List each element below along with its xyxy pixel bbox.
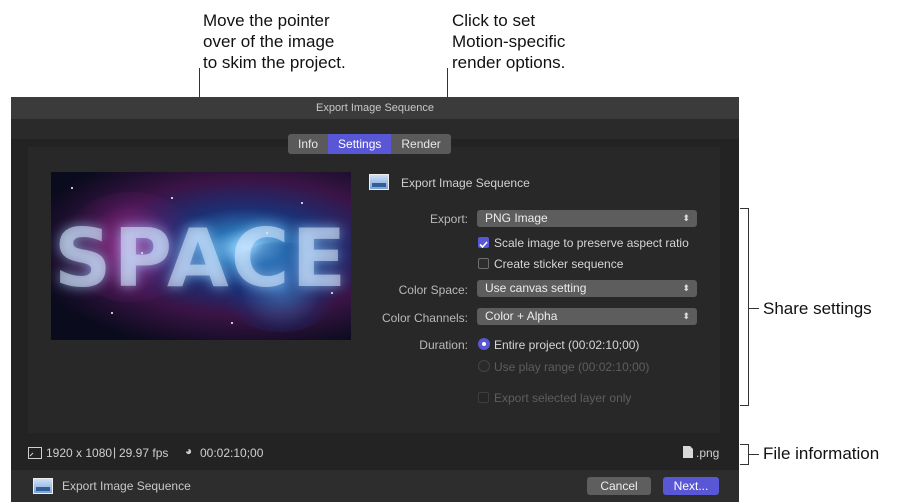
star (231, 322, 233, 324)
tab-info[interactable]: Info (288, 134, 328, 154)
bottom-bar-label: Export Image Sequence (62, 479, 191, 493)
chevron-updown-icon: ⬍ (682, 311, 690, 321)
export-selected-layer-label: Export selected layer only (494, 391, 632, 405)
play-range-radio[interactable] (478, 360, 490, 372)
chevron-updown-icon: ⬍ (682, 213, 690, 223)
share-bracket-pointer (749, 308, 759, 309)
play-range-label: Use play range (00:02:10;00) (494, 360, 650, 374)
window-title: Export Image Sequence (11, 97, 739, 119)
fps-text: 29.97 fps (119, 446, 169, 460)
export-selected-layer-checkbox[interactable] (478, 392, 489, 403)
file-bracket-bottom (740, 464, 749, 465)
file-icon (683, 446, 693, 458)
color-channels-select[interactable]: Color + Alpha ⬍ (477, 308, 697, 325)
file-bracket-top (740, 444, 749, 445)
checkmark-icon (479, 241, 488, 249)
resolution-icon (28, 447, 42, 459)
export-format-value: PNG Image (485, 211, 548, 225)
chevron-updown-icon: ⬍ (682, 283, 690, 293)
info-separator: | (113, 445, 117, 459)
color-space-select[interactable]: Use canvas setting ⬍ (477, 280, 697, 297)
duration-label: Duration: (419, 338, 468, 352)
callout-file-information: File information (763, 444, 880, 463)
image-sequence-icon (33, 478, 53, 494)
share-bracket-vertical (748, 208, 749, 406)
export-label: Export: (429, 212, 468, 226)
export-dialog: Export Image Sequence Info Settings Rend… (11, 97, 739, 502)
tab-bar: Info Settings Render (288, 134, 451, 154)
image-sequence-icon (369, 174, 389, 190)
sticker-sequence-checkbox[interactable] (478, 258, 489, 269)
star (171, 197, 173, 199)
callout-share-settings: Share settings (763, 299, 872, 318)
color-space-label: Color Space: (398, 283, 468, 297)
entire-project-radio[interactable] (478, 338, 490, 350)
clock-icon: ◕ (185, 444, 193, 458)
preview-title-text: SPACE (53, 212, 349, 305)
file-bracket-pointer (749, 454, 759, 455)
sticker-sequence-label: Create sticker sequence (494, 257, 624, 271)
tab-settings[interactable]: Settings (328, 134, 392, 154)
color-space-value: Use canvas setting (485, 281, 587, 295)
entire-project-label: Entire project (00:02:10;00) (494, 338, 640, 352)
cancel-button[interactable]: Cancel (587, 477, 651, 495)
share-bracket-top (740, 208, 749, 209)
file-extension-text: .png (696, 446, 720, 460)
color-channels-value: Color + Alpha (485, 309, 558, 323)
resolution-text: 1920 x 1080 (46, 446, 113, 460)
duration-text: 00:02:10;00 (200, 446, 264, 460)
star (111, 312, 113, 314)
export-format-select[interactable]: PNG Image ⬍ (477, 210, 697, 227)
share-bracket-bottom (740, 405, 749, 406)
scale-image-label: Scale image to preserve aspect ratio (494, 236, 689, 250)
scale-image-checkbox[interactable] (478, 237, 489, 249)
share-header-title: Export Image Sequence (401, 176, 530, 190)
preview-image[interactable]: SPACE (51, 172, 351, 340)
callout-skim: Move the pointer over of the image to sk… (203, 11, 346, 72)
next-button[interactable]: Next... (663, 477, 719, 495)
star (301, 202, 303, 204)
star (71, 187, 73, 189)
tab-render[interactable]: Render (391, 134, 450, 154)
color-channels-label: Color Channels: (381, 311, 468, 325)
callout-render: Click to set Motion-specific render opti… (452, 11, 566, 72)
bottom-bar: Export Image Sequence Cancel Next... (11, 470, 739, 502)
